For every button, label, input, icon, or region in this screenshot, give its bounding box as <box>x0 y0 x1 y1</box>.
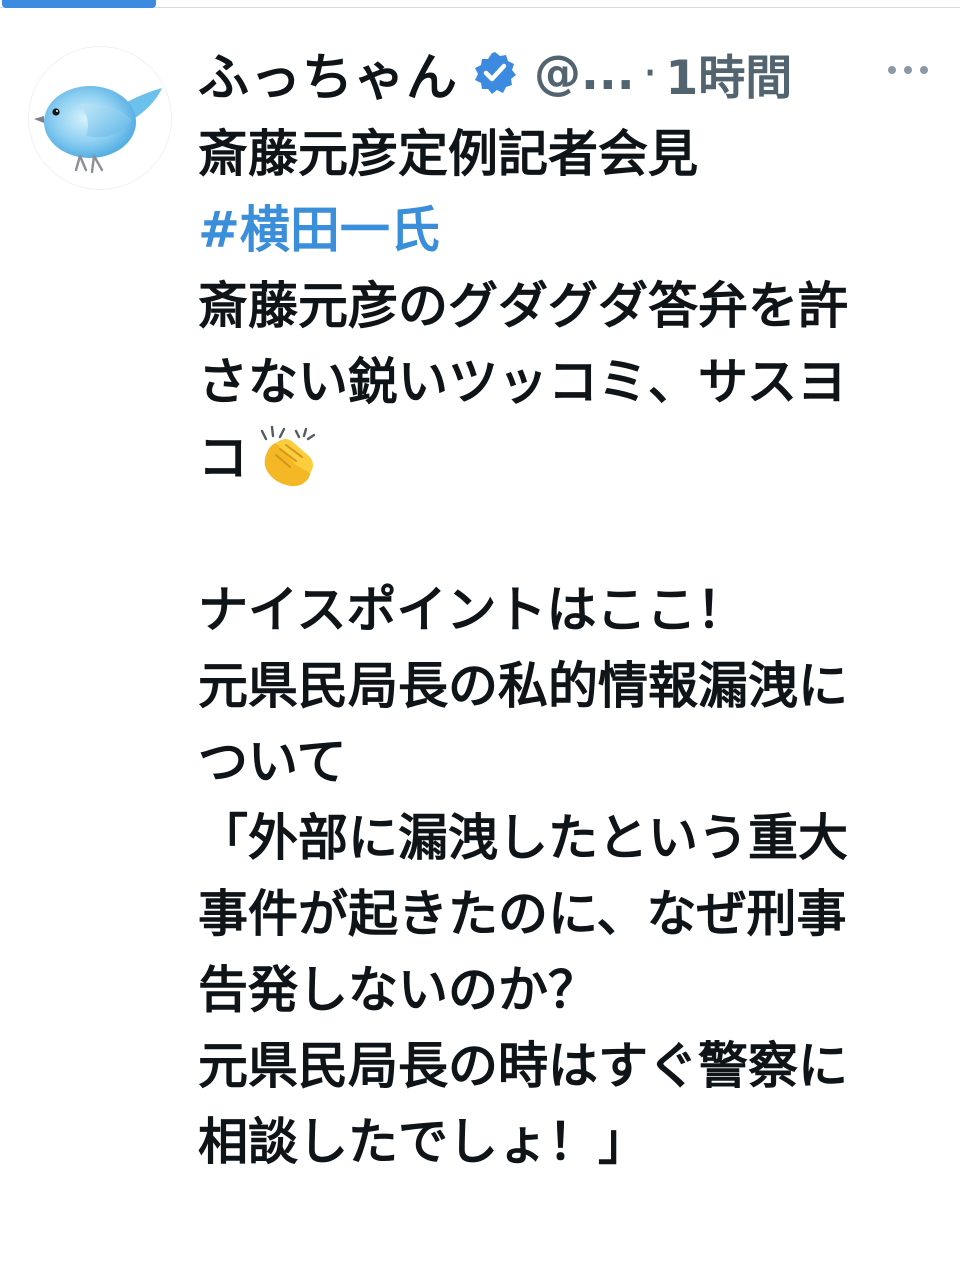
hashtag-link[interactable]: #横田一氏 <box>198 192 938 268</box>
post-time[interactable]: 1時間 <box>666 39 793 108</box>
tweet-line: 元県民局長の時はすぐ警察に <box>198 1037 848 1095</box>
tweet-line: ついて <box>198 733 347 791</box>
tweet-header: ふっちゃん @... · 1時間 <box>198 36 938 110</box>
tweet-line-text: コ <box>198 429 248 487</box>
more-options-icon[interactable] <box>886 62 930 78</box>
blue-bird-avatar-icon <box>34 86 162 174</box>
tweet-line: 斎藤元彦のグダグダ答弁を許 <box>198 277 848 335</box>
active-tab-indicator <box>2 0 156 8</box>
header-separator: · <box>642 45 658 101</box>
tweet-line: さない鋭いツッコミ、サスヨ <box>198 353 847 411</box>
tweet-line: 相談したでしょ！」 <box>198 1113 648 1171</box>
tweet-body: 斎藤元彦定例記者会見 #横田一氏 斎藤元彦のグダグダ答弁を許 さない鋭いツッコミ… <box>198 116 938 1180</box>
tweet-line: 告発しないのか？ <box>198 961 598 1019</box>
user-handle[interactable]: @... <box>534 46 635 101</box>
tweet-line: ナイスポイントはここ！ <box>198 581 747 639</box>
tweet-line: 元県民局長の私的情報漏洩に <box>198 657 848 715</box>
tweet-line: 斎藤元彦定例記者会見 <box>198 125 698 183</box>
display-name[interactable]: ふっちゃん <box>198 36 458 110</box>
clapping-hands-emoji-icon <box>260 425 316 486</box>
tweet-line-with-emoji: コ <box>198 420 938 496</box>
tweet-line: 「外部に漏洩したという重大 <box>198 809 848 867</box>
tweet-line: 事件が起きたのに、なぜ刑事 <box>198 885 847 943</box>
verified-badge-icon <box>475 52 517 94</box>
avatar[interactable] <box>28 46 172 190</box>
